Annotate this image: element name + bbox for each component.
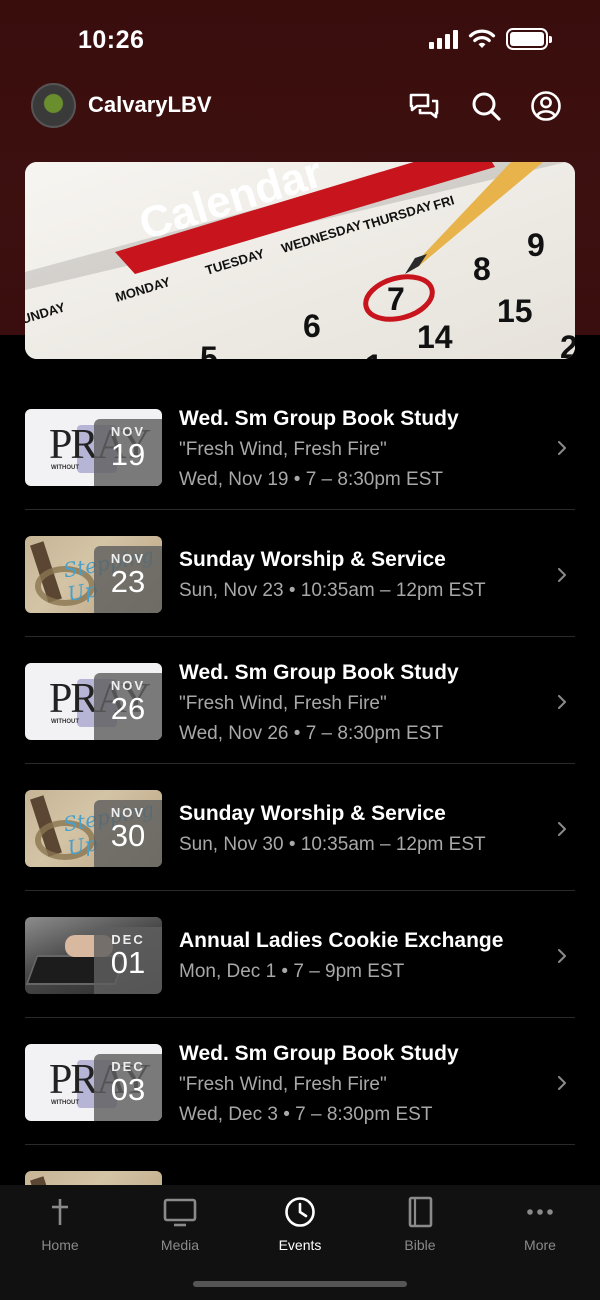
event-thumbnail: DEC 01 [25,917,162,994]
calendar-number: 7 [387,281,405,317]
date-badge: NOV 26 [94,673,162,740]
tab-label: More [524,1237,556,1253]
event-text: Wed. Sm Group Book Study "Fresh Wind, Fre… [179,407,539,491]
clock-icon [285,1197,315,1227]
event-datetime: Sun, Nov 23 • 10:35am – 12pm EST [179,580,486,601]
app-header: CalvaryLBV [0,80,600,132]
tab-label: Media [160,1237,200,1253]
calendar-number: 9 [527,227,545,263]
tab-label: Bible [404,1237,436,1253]
event-title: Wed. Sm Group Book Study [179,661,459,684]
calendar-number: 6 [303,308,321,344]
event-title: Sunday Worship & Service [179,802,446,825]
date-badge: NOV 19 [94,419,162,486]
date-day: 01 [110,945,146,980]
events-list: PRAYWITHOUTNOV19Wed. Sm Group Book Study… [25,383,575,1272]
event-subtitle: "Fresh Wind, Fresh Fire" [179,693,387,714]
date-day: 23 [110,564,146,599]
event-datetime: Wed, Nov 26 • 7 – 8:30pm EST [179,723,443,744]
chevron-right-icon [558,949,566,963]
event-row[interactable]: Stepping UpNOV30 Sunday Worship & Service… [25,764,575,891]
event-text: Wed. Sm Group Book Study "Fresh Wind, Fre… [179,661,539,745]
chevron-right-icon [558,1076,566,1090]
event-thumbnail: PRAYWITHOUTNOV26 [25,663,162,740]
event-text: Sunday Worship & Service Sun, Nov 23 • 10… [179,548,539,602]
tab-more[interactable]: More [480,1195,600,1253]
date-day: 26 [110,691,146,726]
date-day: 30 [110,818,146,853]
tab-events[interactable]: Events [240,1195,360,1253]
event-datetime: Wed, Dec 3 • 7 – 8:30pm EST [179,1104,433,1125]
church-logo[interactable] [31,83,76,128]
calendar-number: 1 [365,348,383,359]
thumbnail-subtext: WITHOUT [51,719,79,725]
chevron-right-icon [558,822,566,836]
cellular-signal-icon [429,29,458,49]
wifi-icon [468,29,496,48]
chevron-right-icon [558,695,566,709]
app-title: CalvaryLBV [88,92,212,117]
date-day: 03 [110,1072,146,1107]
status-icons [429,28,552,50]
event-datetime: Mon, Dec 1 • 7 – 9pm EST [179,961,405,982]
event-subtitle: "Fresh Wind, Fresh Fire" [179,1074,387,1095]
event-row[interactable]: Stepping UpNOV23 Sunday Worship & Service… [25,510,575,637]
calendar-number: 2 [560,329,575,359]
date-badge: DEC 03 [94,1054,162,1121]
tab-media[interactable]: Media [120,1195,240,1253]
event-row[interactable]: PRAYWITHOUTDEC03Wed. Sm Group Book Study… [25,1018,575,1145]
tab-label: Events [278,1237,322,1253]
more-dots-icon [527,1209,553,1215]
event-row[interactable]: DEC 01 Annual Ladies Cookie Exchange Mon, D… [25,891,575,1018]
search-icon[interactable] [470,90,502,122]
event-datetime: Sun, Nov 30 • 10:35am – 12pm EST [179,834,486,855]
cross-icon [52,1199,68,1225]
status-time: 10:26 [78,26,145,54]
event-text: Wed. Sm Group Book Study "Fresh Wind, Fre… [179,1042,539,1126]
thumbnail-subtext: WITHOUT [51,1100,79,1106]
calendar-number: 8 [473,251,491,287]
event-title: Wed. Sm Group Book Study [179,407,459,430]
calendar-number: 15 [497,293,533,329]
tab-label: Home [41,1237,79,1253]
calendar-number: 5 [200,340,218,359]
event-thumbnail: Stepping UpNOV30 [25,790,162,867]
event-title: Sunday Worship & Service [179,548,446,571]
date-day: 19 [110,437,146,472]
profile-icon[interactable] [530,90,562,122]
thumbnail-subtext: WITHOUT [51,465,79,471]
tv-icon [163,1198,197,1227]
battery-icon [506,28,552,50]
event-thumbnail: PRAYWITHOUTDEC03 [25,1044,162,1121]
date-badge: NOV 23 [94,546,162,613]
event-thumbnail: Stepping UpNOV23 [25,536,162,613]
event-row[interactable]: PRAYWITHOUTNOV19Wed. Sm Group Book Study… [25,383,575,510]
tab-bible[interactable]: Bible [360,1195,480,1253]
event-row[interactable]: PRAYWITHOUTNOV26Wed. Sm Group Book Study… [25,637,575,764]
tab-home[interactable]: Home [0,1195,120,1253]
chevron-right-icon [558,441,566,455]
status-bar: 10:26 [0,0,600,80]
event-datetime: Wed, Nov 19 • 7 – 8:30pm EST [179,469,443,490]
calendar-banner[interactable]: Calendar UNDAY MONDAY TUESDAY WEDNESDAY … [25,162,575,359]
date-badge: NOV 30 [94,800,162,867]
chevron-right-icon [558,568,566,582]
book-icon [408,1196,433,1228]
event-text: Annual Ladies Cookie Exchange Mon, Dec 1 … [179,929,539,983]
event-thumbnail: PRAYWITHOUTNOV19 [25,409,162,486]
event-title: Annual Ladies Cookie Exchange [179,929,504,952]
date-badge: DEC 01 [94,927,162,994]
event-subtitle: "Fresh Wind, Fresh Fire" [179,439,387,460]
event-text: Sunday Worship & Service Sun, Nov 30 • 10… [179,802,539,856]
calendar-number: 14 [417,319,453,355]
event-title: Wed. Sm Group Book Study [179,1042,459,1065]
messages-icon[interactable] [408,90,440,122]
home-indicator [193,1281,407,1287]
